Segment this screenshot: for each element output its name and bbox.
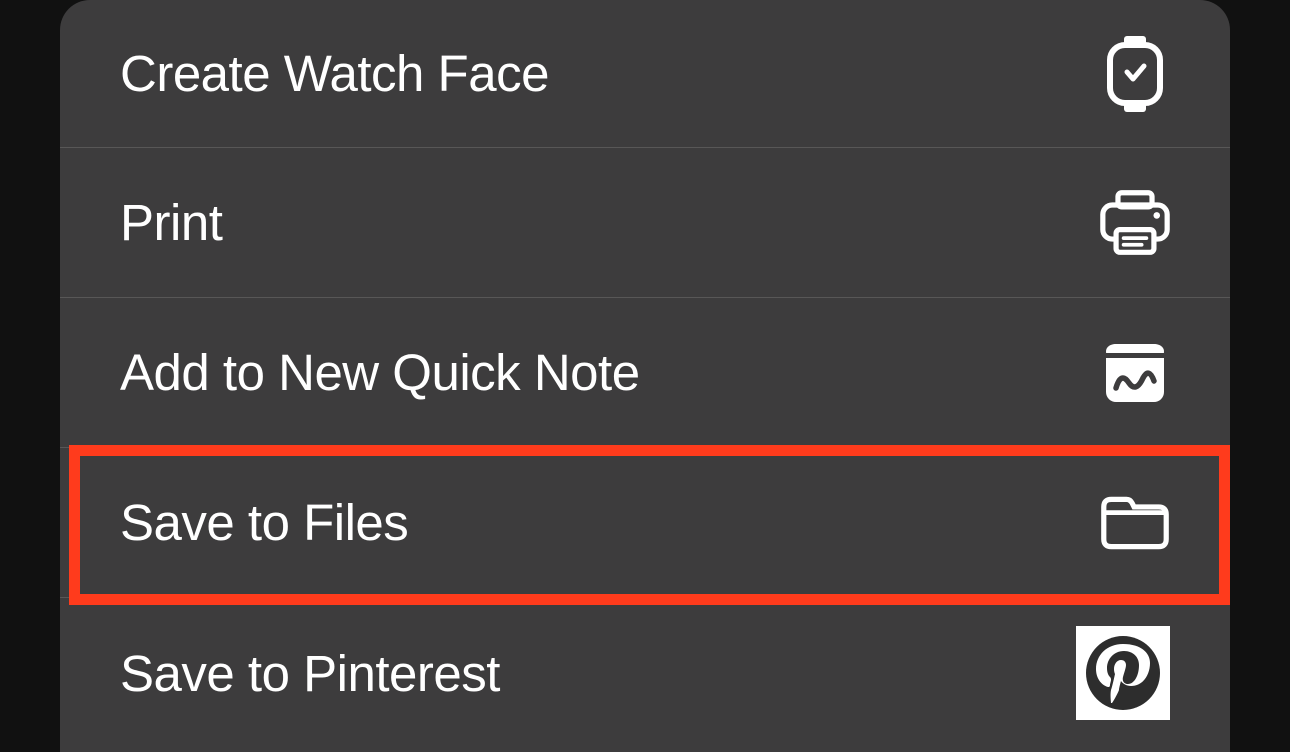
- menu-item-quick-note[interactable]: Add to New Quick Note: [60, 298, 1230, 448]
- pinterest-icon: [1076, 626, 1170, 720]
- quick-note-icon: [1100, 338, 1170, 408]
- menu-item-create-watch-face[interactable]: Create Watch Face: [60, 0, 1230, 148]
- menu-item-label: Add to New Quick Note: [120, 343, 640, 402]
- menu-item-label: Save to Files: [120, 493, 408, 552]
- share-sheet: Create Watch Face Print Add to New: [60, 0, 1230, 752]
- menu-item-print[interactable]: Print: [60, 148, 1230, 298]
- menu-item-label: Save to Pinterest: [120, 644, 500, 703]
- menu-item-save-to-pinterest[interactable]: Save to Pinterest: [60, 598, 1230, 748]
- menu-item-label: Create Watch Face: [120, 44, 549, 103]
- printer-icon: [1100, 188, 1170, 258]
- menu-item-label: Print: [120, 193, 222, 252]
- menu-item-save-to-files[interactable]: Save to Files: [60, 448, 1230, 598]
- folder-icon: [1100, 488, 1170, 558]
- watch-face-icon: [1100, 39, 1170, 109]
